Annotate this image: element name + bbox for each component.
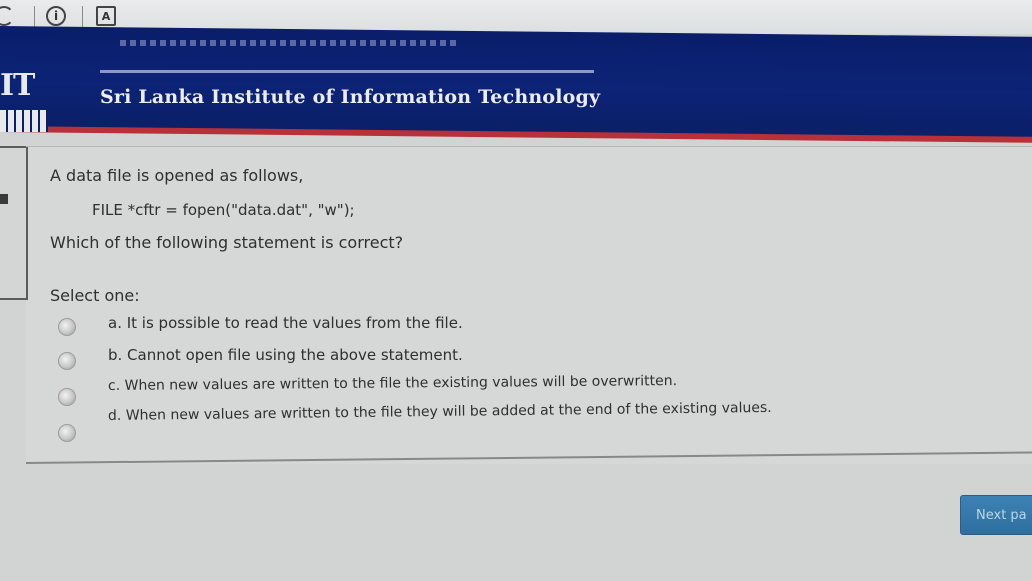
answer-radio-b[interactable] (58, 352, 76, 370)
toolbar-divider (34, 6, 35, 28)
answer-option-b[interactable]: b. Cannot open file using the above stat… (108, 346, 463, 364)
answer-radio-a[interactable] (58, 318, 76, 336)
info-icon[interactable]: i (46, 6, 66, 26)
question-info-box (0, 146, 28, 300)
answer-option-a[interactable]: a. It is possible to read the values fro… (108, 314, 463, 332)
question-flag-marker (0, 194, 8, 204)
question-prompt-followup: Which of the following statement is corr… (50, 233, 404, 252)
institute-name: Sri Lanka Institute of Information Techn… (100, 86, 601, 108)
answer-radio-d[interactable] (58, 424, 76, 442)
header-decorative-text (120, 40, 460, 46)
next-page-button[interactable]: Next pa (960, 495, 1032, 535)
reload-icon[interactable] (0, 6, 14, 26)
answer-radio-c[interactable] (58, 388, 76, 406)
reader-mode-icon[interactable]: A (96, 6, 116, 26)
question-prompt: A data file is opened as follows, (50, 166, 304, 185)
header-divider (100, 70, 594, 73)
sliit-logo[interactable]: IT (0, 30, 50, 132)
toolbar-divider (82, 6, 83, 28)
select-one-label: Select one: (50, 286, 140, 305)
question-code: FILE *cftr = fopen("data.dat", "w"); (92, 201, 355, 219)
logo-book-icon (0, 110, 48, 132)
logo-text: IT (0, 68, 35, 103)
